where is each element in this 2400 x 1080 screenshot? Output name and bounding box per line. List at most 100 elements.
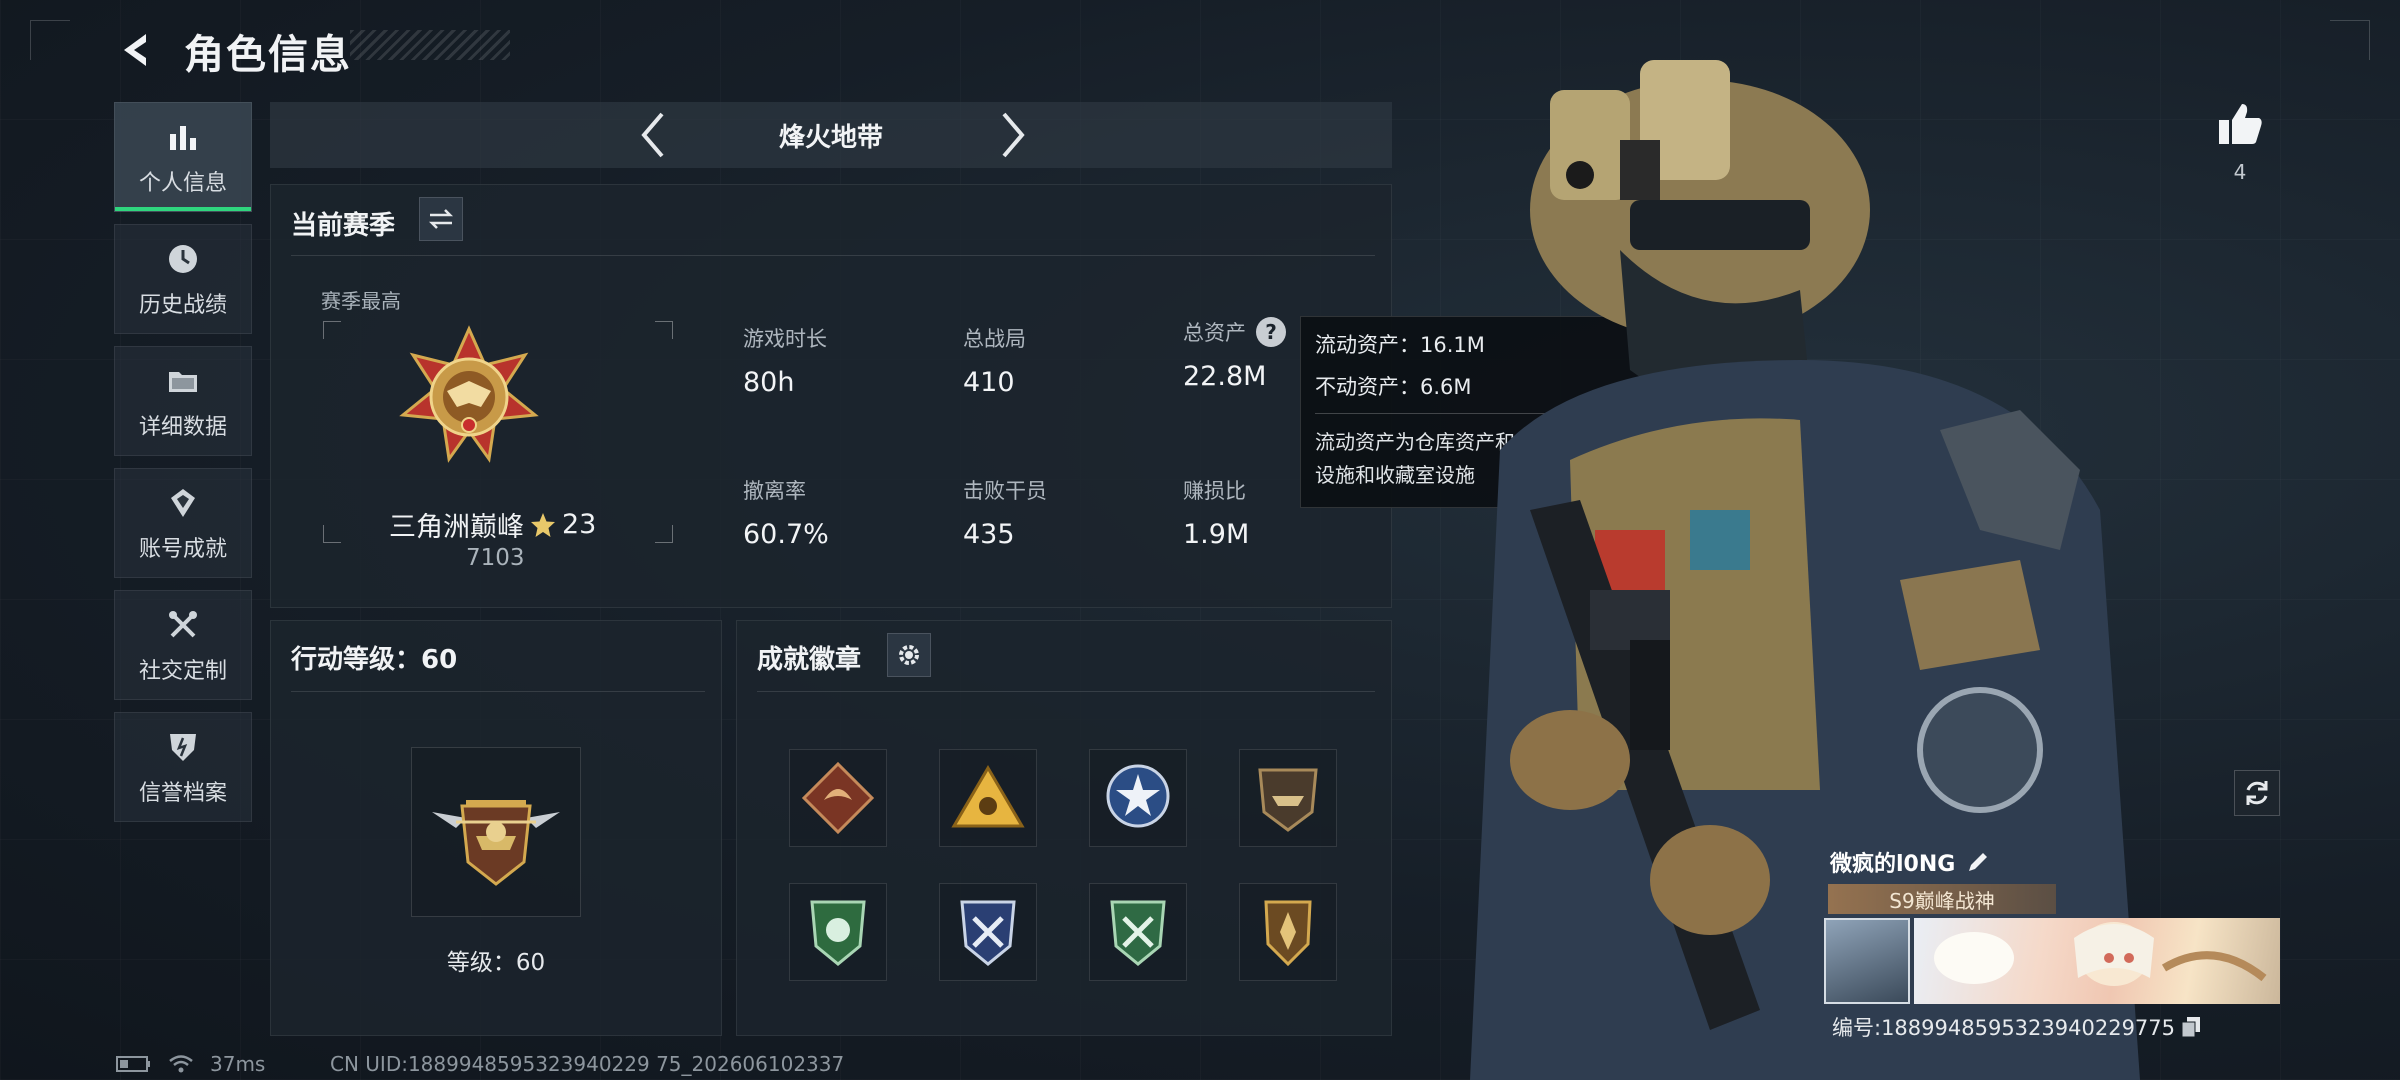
wifi-icon [169, 1055, 193, 1073]
player-id-row: 编号:1889948595323940229775 [1832, 1012, 2201, 1042]
like-count: 4 [2233, 160, 2247, 184]
badge-green-lion[interactable] [789, 883, 887, 981]
uid-text: CN UID:1889948595323940229 75_2026061023… [330, 1052, 845, 1076]
divider [291, 255, 1375, 256]
player-title-tag: S9巅峰战神 [1828, 884, 2056, 914]
player-id: 编号:1889948595323940229775 [1832, 1016, 2176, 1040]
bar-chart-icon [163, 117, 203, 157]
badges-panel: 成就徽章 [736, 620, 1392, 1036]
stat-value: 410 [963, 367, 1015, 398]
folder-icon [163, 361, 203, 401]
stat-total-assets: 总资产 ? 22.8M [1183, 317, 1286, 392]
shield-icon [163, 727, 203, 767]
banner-art-image [1934, 922, 2267, 986]
edit-icon[interactable] [1965, 849, 1991, 875]
sidebar: 个人信息 历史战绩 详细数据 账号成就 社交定制 信誉档案 [114, 102, 252, 834]
stat-value: 80h [743, 367, 795, 398]
action-level-panel: 行动等级：60 等级：60 [270, 620, 722, 1036]
battery-icon [116, 1056, 150, 1072]
stat-label: 游戏时长 [743, 327, 827, 351]
badge-blue-cross[interactable] [939, 883, 1037, 981]
stat-extraction-rate: 撤离率 60.7% [743, 475, 829, 550]
refresh-icon [2246, 781, 2268, 805]
sidebar-item-detailed-data[interactable]: 详细数据 [114, 346, 252, 456]
badge-settings-button[interactable] [887, 633, 931, 677]
stat-value: 435 [963, 519, 1015, 550]
badges-heading: 成就徽章 [757, 645, 862, 675]
helicopter-badge-icon [432, 800, 560, 886]
stat-label: 总战局 [963, 327, 1026, 351]
page-title: 角色信息 [184, 32, 352, 78]
season-panel: 当前赛季 赛季最高 三角洲巅峰 23 7103 游戏时长 80h 总战局 410… [270, 184, 1392, 608]
helicopter-shield-icon [1258, 768, 1318, 832]
sidebar-item-personal-info[interactable]: 个人信息 [114, 102, 252, 212]
badge-heli[interactable] [1239, 749, 1337, 847]
mode-prev-button[interactable] [628, 110, 678, 160]
green-cross-shield-icon [1110, 900, 1166, 966]
player-name-row: 微疯的l0NG [1830, 846, 1991, 878]
rank-emblem-icon [399, 325, 539, 463]
gold-shield-icon [1264, 900, 1312, 967]
sidebar-item-label: 详细数据 [138, 415, 227, 440]
stat-kills: 击败干员 435 [963, 475, 1047, 550]
stat-value: 60.7% [743, 519, 829, 550]
sidebar-item-label: 账号成就 [138, 537, 227, 562]
sidebar-item-reputation[interactable]: 信誉档案 [114, 712, 252, 822]
divider [291, 691, 705, 692]
badge-green-cross[interactable] [1089, 883, 1187, 981]
season-best-label: 赛季最高 [321, 289, 401, 313]
blue-shield-icon [960, 900, 1016, 966]
achievement-icon [163, 483, 203, 523]
swap-icon [428, 209, 454, 229]
mode-next-button[interactable] [988, 110, 1038, 160]
sidebar-item-label: 信誉档案 [138, 781, 227, 806]
mode-title: 烽火地带 [778, 122, 883, 153]
thumbs-up-icon [2219, 104, 2262, 144]
level-badge-card[interactable] [411, 747, 581, 917]
sidebar-item-label: 历史战绩 [138, 293, 227, 318]
rank-name: 三角洲巅峰 [389, 512, 524, 543]
sidebar-item-social[interactable]: 社交定制 [114, 590, 252, 700]
rank-name-row: 三角洲巅峰 23 [389, 505, 596, 544]
divider [757, 691, 1375, 692]
frame-corner [30, 20, 70, 60]
star-icon [531, 512, 555, 537]
stat-play-time: 游戏时长 80h [743, 323, 827, 398]
sidebar-item-label: 个人信息 [138, 171, 227, 196]
profile-banner[interactable] [1914, 918, 2280, 1004]
ping-text: 37ms [210, 1052, 266, 1076]
mode-selector: 烽火地带 [270, 102, 1392, 168]
avatar[interactable] [1824, 918, 1910, 1004]
action-level-heading: 行动等级：60 [291, 645, 458, 675]
level-text: 等级：60 [446, 950, 546, 976]
badge-dragon[interactable] [789, 749, 887, 847]
stat-label: 赚损比 [1183, 479, 1246, 503]
badge-gold-shield[interactable] [1239, 883, 1337, 981]
help-icon[interactable]: ? [1256, 317, 1286, 347]
triangle-badge-icon [951, 765, 1025, 828]
sidebar-item-history[interactable]: 历史战绩 [114, 224, 252, 334]
back-arrow-icon [124, 34, 146, 66]
badge-squad[interactable] [939, 749, 1037, 847]
chevron-left-icon [641, 112, 664, 158]
clock-icon [163, 239, 203, 279]
back-button[interactable] [112, 26, 160, 74]
stat-label: 击败干员 [963, 479, 1047, 503]
tools-icon [163, 605, 203, 645]
player-name: 微疯的l0NG [1830, 852, 1956, 877]
green-shield-icon [810, 900, 866, 966]
stat-profit-ratio: 赚损比 1.9M [1183, 475, 1249, 550]
like-button[interactable] [2212, 96, 2268, 152]
copy-icon[interactable] [2181, 1016, 2201, 1038]
sidebar-item-achievements[interactable]: 账号成就 [114, 468, 252, 578]
rank-score: 7103 [466, 545, 525, 571]
refresh-button[interactable] [2234, 770, 2280, 816]
frame-corner [2330, 20, 2370, 60]
stat-total-matches: 总战局 410 [963, 323, 1026, 398]
badge-star[interactable] [1089, 749, 1187, 847]
stat-value: 1.9M [1183, 519, 1250, 550]
gear-icon [899, 645, 919, 665]
title-decoration [350, 30, 510, 60]
sidebar-item-label: 社交定制 [138, 659, 227, 684]
season-switch-button[interactable] [419, 197, 463, 241]
